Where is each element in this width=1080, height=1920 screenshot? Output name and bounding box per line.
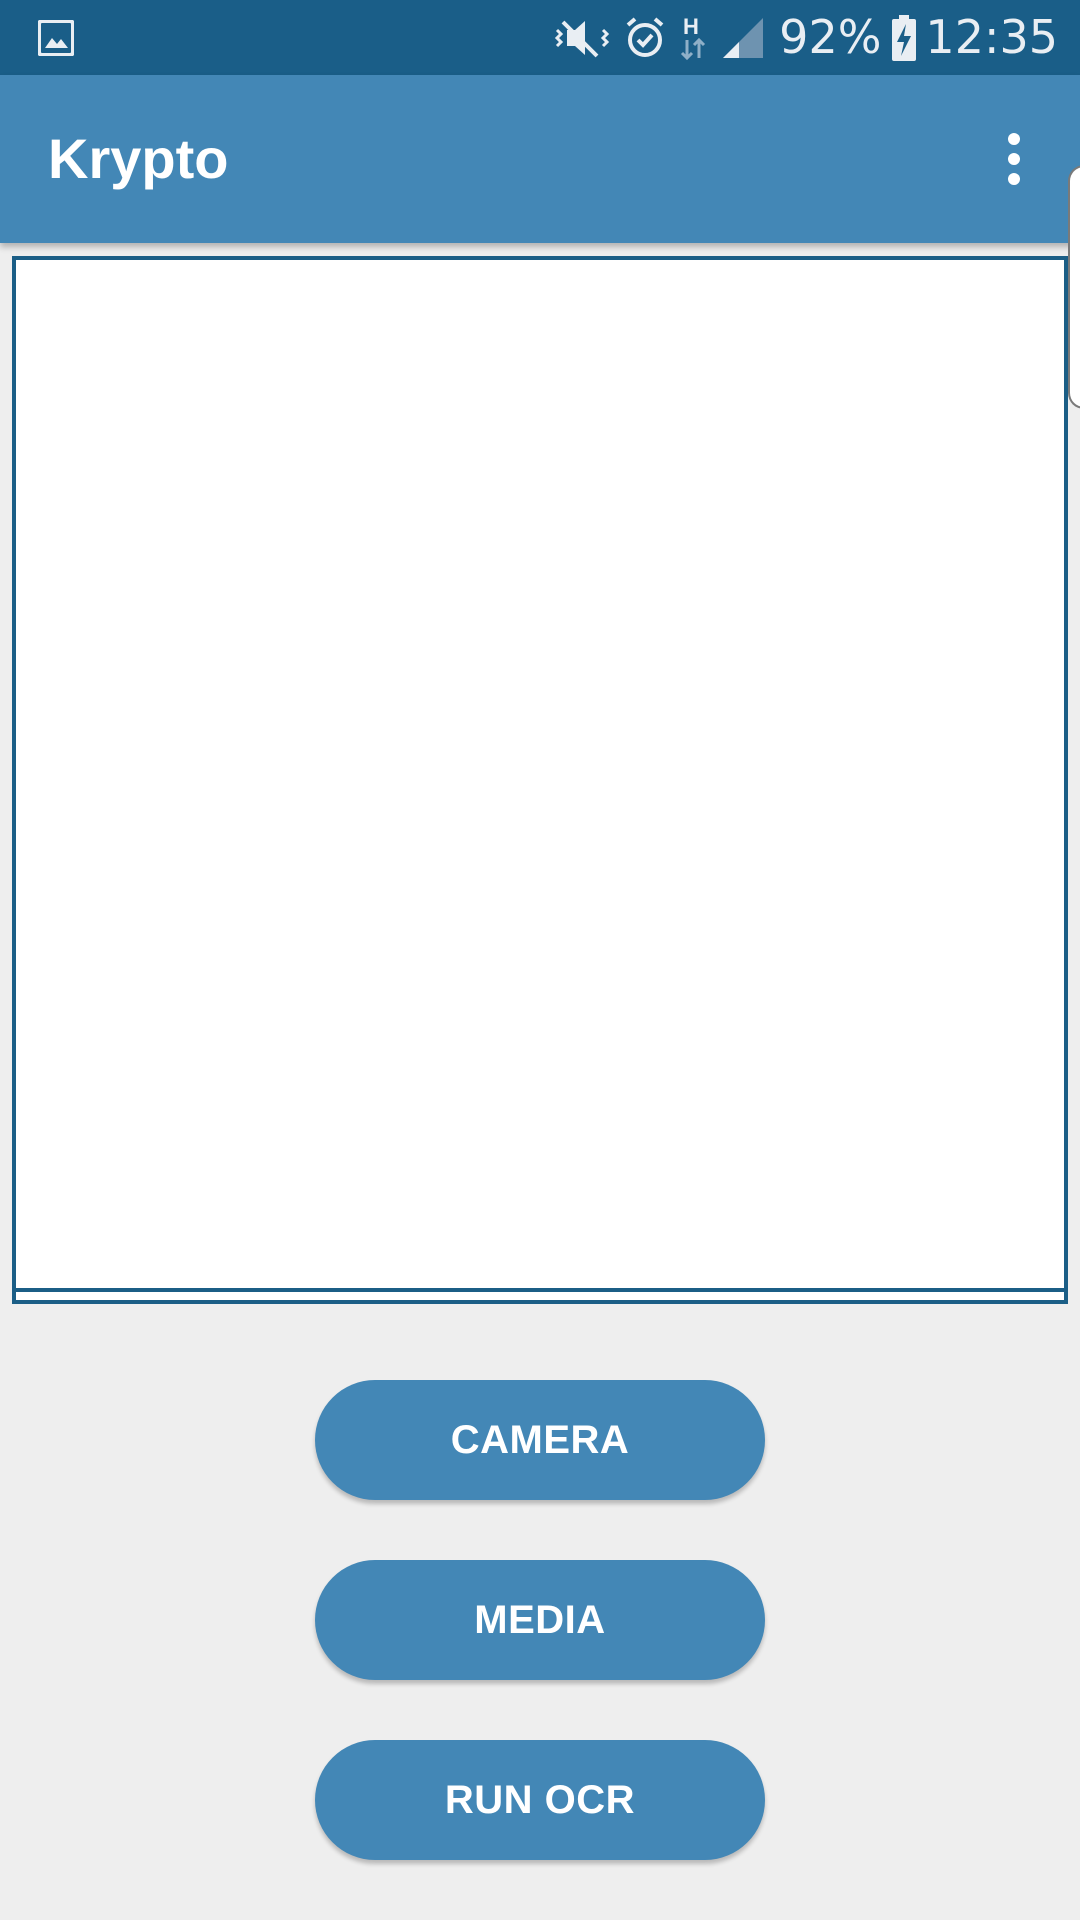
image-preview [12,256,1068,1304]
menu-dot [1008,133,1020,145]
app-title: Krypto [48,127,229,190]
gallery-icon [38,20,74,56]
menu-dot [1008,153,1020,165]
mute-icon [555,20,610,57]
status-icons: H 92% 12:35 [553,0,1058,75]
camera-button[interactable]: CAMERA [315,1380,765,1500]
image-preview-canvas [16,260,1064,1292]
signal-icon [723,17,764,58]
app-bar: Krypto [0,75,1080,243]
battery-charging-icon [892,14,917,61]
hspa-data-icon: H [681,14,706,60]
clock: 12:35 [925,10,1058,64]
battery-percent: 92% [779,10,882,64]
more-vert-icon[interactable] [978,123,1050,195]
run-ocr-button[interactable]: RUN OCR [315,1740,765,1860]
edge-panel-handle[interactable] [1068,165,1080,409]
alarm-icon [626,16,664,57]
media-button[interactable]: MEDIA [315,1560,765,1680]
network-type-text: H [683,14,699,39]
menu-dot [1008,173,1020,185]
status-bar: H 92% 12:35 [0,0,1080,75]
